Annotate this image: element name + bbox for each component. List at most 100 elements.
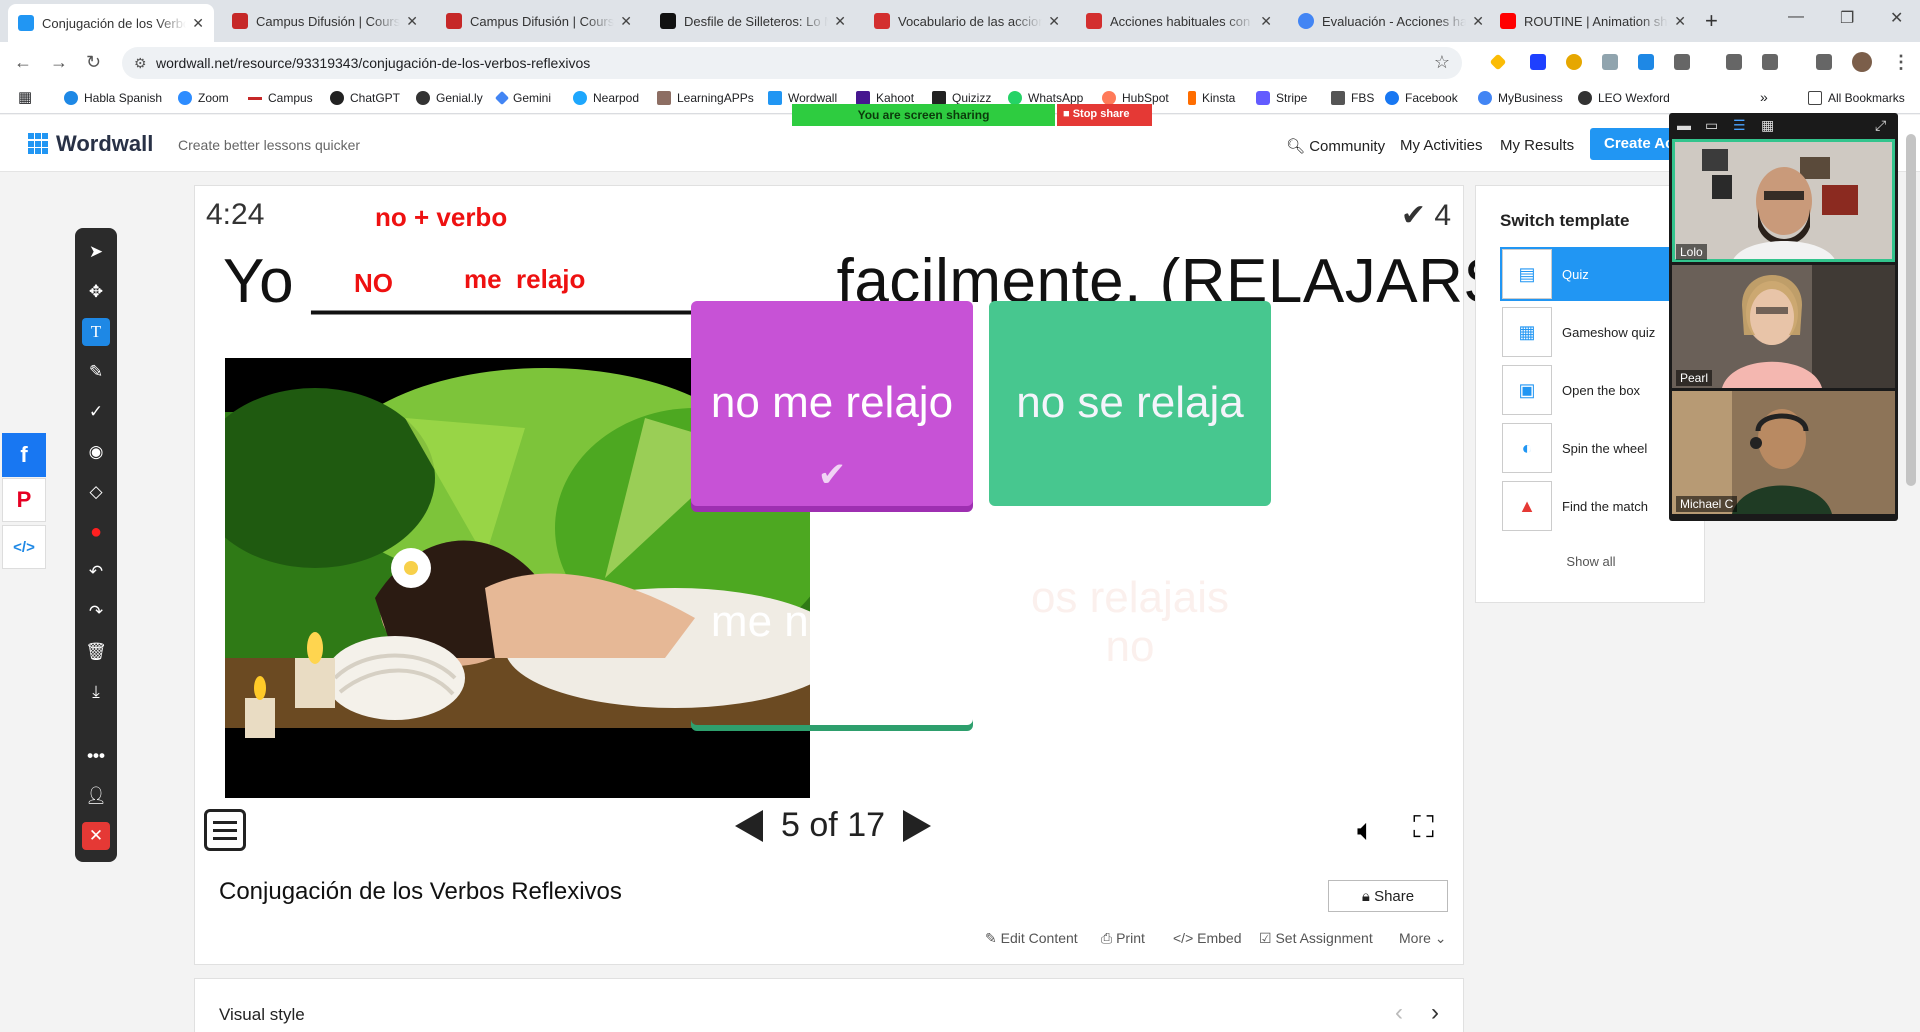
- cursor-tool-icon[interactable]: ➤: [82, 238, 110, 266]
- bookmark-habla-spanish[interactable]: Habla Spanish: [64, 91, 162, 105]
- spotlight-tool-icon[interactable]: ◉: [82, 438, 110, 466]
- bookmark-hubspot[interactable]: HubSpot: [1102, 91, 1169, 105]
- template-open-the-box[interactable]: ▣ Open the box: [1500, 363, 1670, 417]
- move-tool-icon[interactable]: ✥: [82, 278, 110, 306]
- forward-icon[interactable]: →: [50, 52, 68, 73]
- bookmark-kinsta[interactable]: Kinsta: [1188, 91, 1235, 105]
- site-info-icon[interactable]: ⚙: [134, 55, 147, 72]
- gallery-view-icon[interactable]: ▦: [1761, 117, 1774, 134]
- profile-avatar[interactable]: [1852, 52, 1872, 72]
- print-link[interactable]: ⎙ Print: [1101, 930, 1145, 947]
- annotator-name-icon[interactable]: 👤︎: [82, 782, 110, 810]
- bookmark-learningapps[interactable]: LearningAPPs: [657, 91, 754, 105]
- answer-option-2[interactable]: no se relaja: [989, 301, 1271, 506]
- chevron-right-icon[interactable]: ›: [1431, 999, 1439, 1027]
- tab-acciones[interactable]: Acciones habituales con M ✕: [1076, 6, 1282, 36]
- extensions-puzzle-icon[interactable]: [1674, 54, 1690, 70]
- tab-vocabulario[interactable]: Vocabulario de las acciones ✕: [864, 6, 1070, 36]
- template-find-the-match[interactable]: ▲ Find the match: [1500, 479, 1670, 533]
- all-bookmarks-folder[interactable]: All Bookmarks: [1808, 91, 1905, 105]
- bookmarks-overflow-icon[interactable]: »: [1760, 89, 1768, 105]
- url-text[interactable]: wordwall.net/resource/93319343/conjugaci…: [156, 55, 590, 71]
- bookmark-quizizz[interactable]: Quizizz: [932, 91, 991, 105]
- close-annotation-icon[interactable]: ✕: [82, 822, 110, 850]
- template-quiz[interactable]: ▤ Quiz: [1500, 247, 1670, 301]
- show-all-templates-link[interactable]: Show all: [1476, 554, 1706, 569]
- close-tab-icon[interactable]: ✕: [192, 15, 204, 32]
- back-icon[interactable]: ←: [14, 52, 32, 73]
- close-tab-icon[interactable]: ✕: [1472, 13, 1484, 30]
- embed-share-icon[interactable]: </>: [2, 525, 46, 569]
- bookmark-campus[interactable]: Campus: [248, 91, 313, 105]
- trash-extension-icon[interactable]: [1726, 54, 1742, 70]
- save-download-icon[interactable]: ⤓: [82, 678, 110, 706]
- undo-icon[interactable]: ↶: [82, 558, 110, 586]
- answer-option-3[interactable]: me no relajo ✖: [691, 520, 973, 725]
- bookmark-nearpod[interactable]: Nearpod: [573, 91, 639, 105]
- bookmark-genially[interactable]: Genial.ly: [416, 91, 483, 105]
- tab-desfile[interactable]: Desfile de Silleteros: Lo M ✕: [650, 6, 856, 36]
- minimize-icon[interactable]: —: [1788, 8, 1804, 26]
- embed-link[interactable]: </> Embed: [1173, 930, 1242, 946]
- bookmark-facebook[interactable]: Facebook: [1385, 91, 1458, 105]
- participant-tile-michael[interactable]: Michael C: [1672, 391, 1895, 514]
- template-spin-the-wheel[interactable]: ◐ Spin the wheel: [1500, 421, 1670, 475]
- apps-grid-icon[interactable]: ▦: [18, 88, 32, 106]
- chevron-left-icon[interactable]: ‹: [1395, 999, 1403, 1027]
- nav-my-results[interactable]: My Results: [1500, 137, 1574, 154]
- clear-trash-icon[interactable]: 🗑︎: [82, 638, 110, 666]
- minimize-call-icon[interactable]: ▬: [1677, 117, 1691, 133]
- tab-routine[interactable]: ROUTINE | Animation shor ✕: [1490, 6, 1696, 36]
- template-gameshow-quiz[interactable]: ▦ Gameshow quiz: [1500, 305, 1670, 359]
- reload-icon[interactable]: ↻: [86, 52, 101, 73]
- pen-tool-icon[interactable]: ✎: [82, 358, 110, 386]
- fullscreen-icon[interactable]: ⛶: [1413, 811, 1434, 845]
- answer-option-1[interactable]: no me relajo ✔: [691, 301, 973, 506]
- more-dropdown[interactable]: More ⌄: [1399, 930, 1447, 947]
- game-menu-button[interactable]: [204, 809, 246, 851]
- extension-icon[interactable]: [1530, 54, 1546, 70]
- close-tab-icon[interactable]: ✕: [1048, 13, 1060, 30]
- nav-my-activities[interactable]: My Activities: [1400, 137, 1483, 154]
- nav-community[interactable]: 🔍︎ Community: [1286, 137, 1385, 155]
- wordwall-logo[interactable]: Wordwall: [28, 131, 153, 157]
- eraser-tool-icon[interactable]: ◇: [82, 478, 110, 506]
- tab-evaluacion[interactable]: Evaluación - Acciones hab ✕: [1288, 6, 1494, 36]
- participant-tile-lolo[interactable]: Lolo: [1672, 139, 1895, 262]
- bookmark-chatgpt[interactable]: ChatGPT: [330, 91, 400, 105]
- edit-content-link[interactable]: ✎ Edit Content: [985, 930, 1078, 947]
- tab-campus-1[interactable]: Campus Difusión | Courses ✕: [222, 6, 428, 36]
- restore-icon[interactable]: ❐: [1840, 8, 1854, 28]
- bookmark-wordwall[interactable]: Wordwall: [768, 91, 837, 105]
- previous-question-icon[interactable]: [735, 809, 763, 842]
- address-bar[interactable]: ⚙ wordwall.net/resource/93319343/conjuga…: [122, 47, 1462, 79]
- redo-icon[interactable]: ↷: [82, 598, 110, 626]
- new-tab-button[interactable]: +: [1705, 8, 1718, 34]
- share-button[interactable]: 🔒︎ Share: [1328, 880, 1448, 912]
- bookmark-star-icon[interactable]: ☆: [1434, 52, 1450, 73]
- bookmark-kahoot[interactable]: Kahoot: [856, 91, 914, 105]
- expand-call-icon[interactable]: ⤢: [1875, 117, 1886, 134]
- close-tab-icon[interactable]: ✕: [406, 13, 418, 30]
- bookmark-fbs[interactable]: FBS: [1331, 91, 1374, 105]
- media-control-icon[interactable]: [1816, 54, 1832, 70]
- close-tab-icon[interactable]: ✕: [1260, 13, 1272, 30]
- facebook-share-icon[interactable]: f: [2, 433, 46, 477]
- bookmark-gemini[interactable]: Gemini: [494, 90, 551, 106]
- browser-menu-icon[interactable]: ⋮: [1892, 52, 1910, 73]
- color-picker-icon[interactable]: ●: [82, 518, 110, 546]
- check-stamp-icon[interactable]: ✓: [82, 398, 110, 426]
- participant-tile-pearl[interactable]: Pearl: [1672, 265, 1895, 388]
- drive-extension-icon[interactable]: [1489, 53, 1507, 71]
- bookmark-stripe[interactable]: Stripe: [1256, 91, 1307, 105]
- page-scrollbar[interactable]: [1906, 134, 1916, 486]
- extension-icon[interactable]: [1602, 54, 1618, 70]
- tab-conjugacion[interactable]: Conjugación de los Verbos ✕: [8, 4, 214, 42]
- text-tool-icon[interactable]: T: [82, 318, 110, 346]
- more-options-icon[interactable]: •••: [82, 742, 110, 770]
- tab-campus-2[interactable]: Campus Difusión | Courses ✕: [436, 6, 642, 36]
- bookmark-whatsapp[interactable]: WhatsApp: [1008, 91, 1083, 105]
- bookmark-leo-wexford[interactable]: LEO Wexford: [1578, 91, 1670, 105]
- set-assignment-link[interactable]: ☑ Set Assignment: [1259, 930, 1373, 947]
- speaker-view-icon[interactable]: ▭: [1705, 117, 1718, 134]
